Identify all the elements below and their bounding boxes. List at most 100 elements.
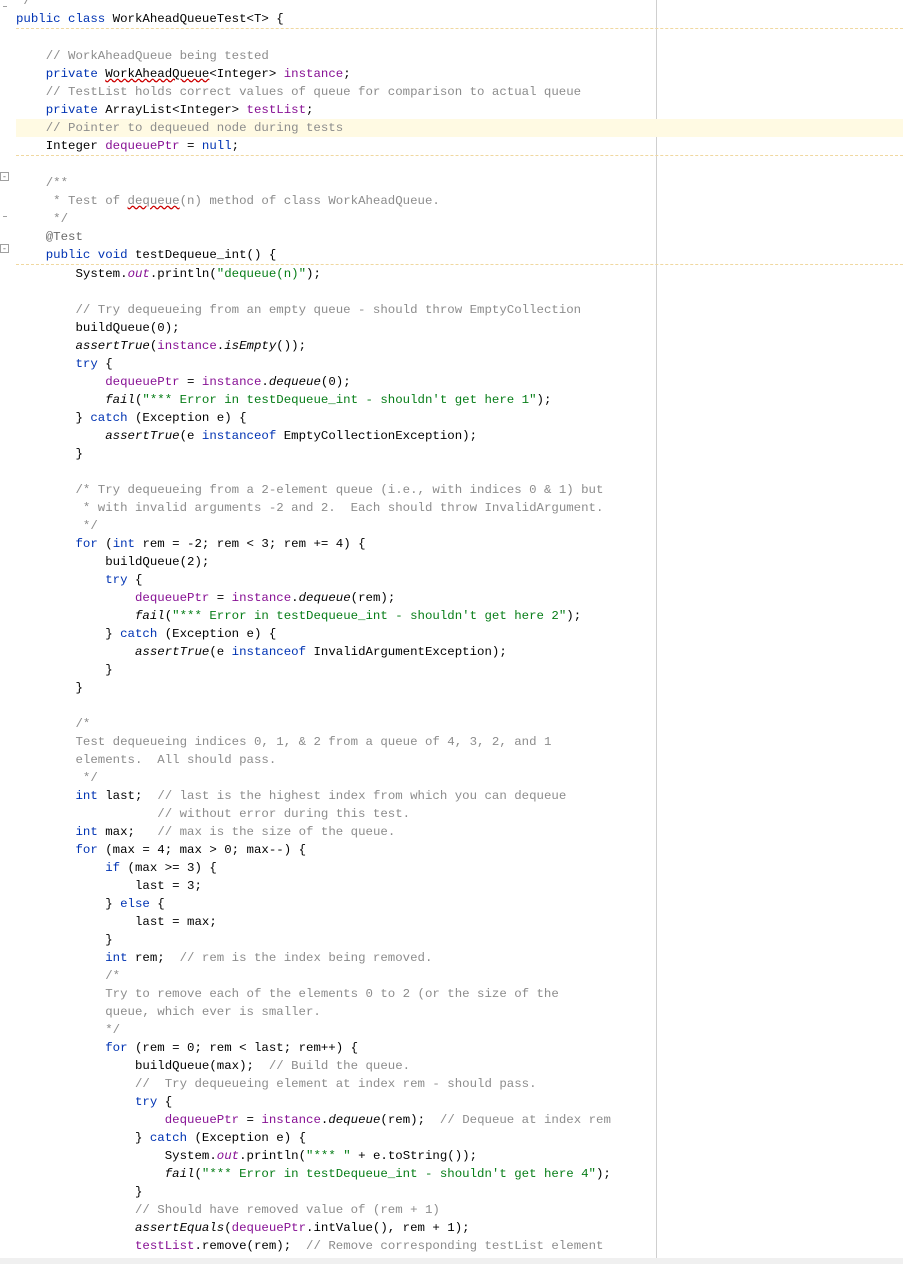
code-line[interactable]: for (rem = 0; rem < last; rem++) { xyxy=(16,1039,903,1057)
code-line[interactable]: */ xyxy=(16,0,903,10)
code-line[interactable]: System.out.println("dequeue(n)"); xyxy=(16,265,903,283)
code-line[interactable]: fail("*** Error in testDequeue_int - sho… xyxy=(16,1165,903,1183)
code-line[interactable]: } xyxy=(16,679,903,697)
code-line[interactable]: assertTrue(instance.isEmpty()); xyxy=(16,337,903,355)
code-line[interactable]: buildQueue(0); xyxy=(16,319,903,337)
code-line[interactable]: dequeuePtr = instance.dequeue(rem); xyxy=(16,589,903,607)
code-line[interactable] xyxy=(16,463,903,481)
code-line[interactable]: /* xyxy=(16,715,903,733)
code-line[interactable]: buildQueue(max); // Build the queue. xyxy=(16,1057,903,1075)
code-token: private xyxy=(45,103,106,117)
code-line[interactable]: fail("*** Error in testDequeue_int - sho… xyxy=(16,607,903,625)
code-token: // Try dequeueing element at index rem -… xyxy=(134,1077,537,1091)
code-line[interactable]: */ xyxy=(16,1021,903,1039)
code-line[interactable]: // WorkAheadQueue being tested xyxy=(16,47,903,65)
code-line[interactable]: public class WorkAheadQueueTest<T> { xyxy=(16,10,903,29)
code-line[interactable]: last = max; xyxy=(16,913,903,931)
code-line[interactable]: if (max >= 3) { xyxy=(16,859,903,877)
fold-collapse-icon[interactable]: - xyxy=(0,172,9,182)
code-line[interactable]: // Try dequeueing from an empty queue - … xyxy=(16,301,903,319)
code-lines[interactable]: */ public class WorkAheadQueueTest<T> { /… xyxy=(16,0,903,1264)
code-line[interactable]: } catch (Exception e) { xyxy=(16,1129,903,1147)
code-line[interactable]: Integer dequeuePtr = null; xyxy=(16,137,903,156)
code-token: // Build the queue. xyxy=(268,1059,411,1073)
code-line[interactable]: */ xyxy=(16,517,903,535)
code-line[interactable]: */ xyxy=(16,769,903,787)
code-line[interactable]: int last; // last is the highest index f… xyxy=(16,787,903,805)
code-line[interactable]: for (max = 4; max > 0; max--) { xyxy=(16,841,903,859)
code-token: else xyxy=(120,897,158,911)
code-token: ; xyxy=(343,67,351,81)
code-line[interactable]: assertTrue(e instanceof InvalidArgumentE… xyxy=(16,643,903,661)
code-line[interactable]: } catch (Exception e) { xyxy=(16,625,903,643)
code-line[interactable]: Try to remove each of the elements 0 to … xyxy=(16,985,903,1003)
code-line[interactable]: } xyxy=(16,661,903,679)
code-line[interactable]: assertEquals(dequeuePtr.intValue(), rem … xyxy=(16,1219,903,1237)
code-line[interactable]: * Test of dequeue(n) method of class Wor… xyxy=(16,192,903,210)
code-line[interactable]: try { xyxy=(16,571,903,589)
code-line[interactable]: elements. All should pass. xyxy=(16,751,903,769)
code-line[interactable]: } xyxy=(16,931,903,949)
code-token: (max >= 3) { xyxy=(127,861,217,875)
code-line[interactable]: // Pointer to dequeued node during tests xyxy=(16,119,903,137)
code-line[interactable]: } else { xyxy=(16,895,903,913)
code-line[interactable]: dequeuePtr = instance.dequeue(0); xyxy=(16,373,903,391)
code-line[interactable]: // without error during this test. xyxy=(16,805,903,823)
code-line[interactable]: } xyxy=(16,445,903,463)
code-line[interactable]: fail("*** Error in testDequeue_int - sho… xyxy=(16,391,903,409)
code-token: .println( xyxy=(149,267,217,281)
code-line[interactable]: public void testDequeue_int() { xyxy=(16,246,903,265)
code-line[interactable]: @Test xyxy=(16,228,903,246)
code-line[interactable]: /* xyxy=(16,967,903,985)
code-line[interactable]: queue, which ever is smaller. xyxy=(16,1003,903,1021)
code-line[interactable]: Test dequeueing indices 0, 1, & 2 from a… xyxy=(16,733,903,751)
code-line[interactable]: /* Try dequeueing from a 2-element queue… xyxy=(16,481,903,499)
code-line[interactable] xyxy=(16,29,903,47)
code-token: (rem); xyxy=(380,1113,440,1127)
code-token: ( xyxy=(194,1167,202,1181)
code-line[interactable]: try { xyxy=(16,355,903,373)
code-token: "*** Error in testDequeue_int - shouldn'… xyxy=(142,393,537,407)
code-line[interactable]: testList.remove(rem); // Remove correspo… xyxy=(16,1237,903,1255)
code-line[interactable]: buildQueue(2); xyxy=(16,553,903,571)
code-token: } xyxy=(105,627,121,641)
code-token: "*** " xyxy=(306,1149,351,1163)
code-line[interactable]: */ xyxy=(16,210,903,228)
fold-collapse-icon[interactable]: - xyxy=(0,244,9,254)
code-line[interactable]: dequeuePtr = instance.dequeue(rem); // D… xyxy=(16,1111,903,1129)
code-line[interactable]: for (int rem = -2; rem < 3; rem += 4) { xyxy=(16,535,903,553)
code-line[interactable] xyxy=(16,156,903,174)
code-line[interactable]: } catch (Exception e) { xyxy=(16,409,903,427)
code-line[interactable]: System.out.println("*** " + e.toString()… xyxy=(16,1147,903,1165)
code-line[interactable]: // Should have removed value of (rem + 1… xyxy=(16,1201,903,1219)
code-editor[interactable]: - - */ public class WorkAheadQueueTest<T>… xyxy=(0,0,903,1264)
code-token: try xyxy=(134,1095,165,1109)
code-line[interactable]: * with invalid arguments -2 and 2. Each … xyxy=(16,499,903,517)
horizontal-scrollbar[interactable] xyxy=(0,1258,903,1264)
code-line[interactable] xyxy=(16,283,903,301)
code-line[interactable]: int max; // max is the size of the queue… xyxy=(16,823,903,841)
code-line[interactable]: assertTrue(e instanceof EmptyCollectionE… xyxy=(16,427,903,445)
code-line[interactable]: // TestList holds correct values of queu… xyxy=(16,83,903,101)
code-line[interactable]: private WorkAheadQueue<Integer> instance… xyxy=(16,65,903,83)
code-token: public class xyxy=(16,12,113,26)
code-token: (rem); xyxy=(350,591,396,605)
code-line[interactable]: /** xyxy=(16,174,903,192)
code-token: buildQueue(max); xyxy=(134,1059,269,1073)
code-line[interactable] xyxy=(16,697,903,715)
code-line[interactable]: private ArrayList<Integer> testList; xyxy=(16,101,903,119)
code-line[interactable]: int rem; // rem is the index being remov… xyxy=(16,949,903,967)
code-line[interactable]: last = 3; xyxy=(16,877,903,895)
code-line[interactable]: try { xyxy=(16,1093,903,1111)
code-line[interactable]: // Try dequeueing element at index rem -… xyxy=(16,1075,903,1093)
code-line[interactable]: } xyxy=(16,1183,903,1201)
